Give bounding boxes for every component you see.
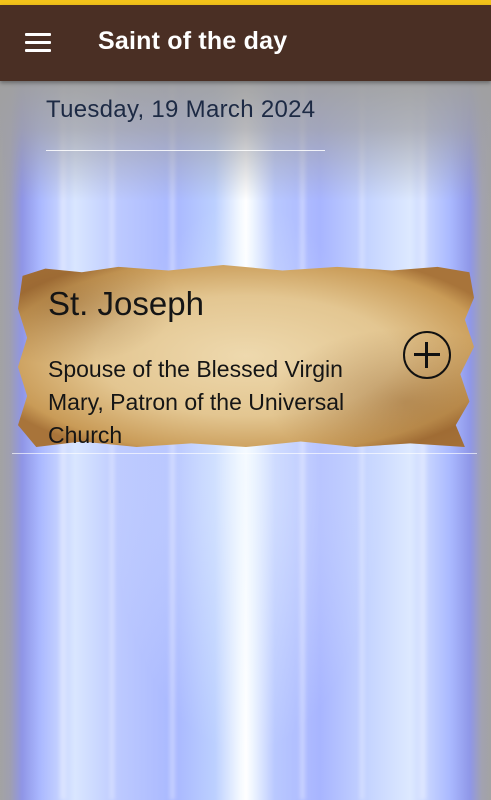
date-underline — [46, 150, 325, 151]
card-divider — [12, 453, 477, 454]
date-label: Tuesday, 19 March 2024 — [46, 96, 316, 123]
app-title: Saint of the day — [98, 27, 288, 55]
saint-description: Spouse of the Blessed Virgin Mary, Patro… — [48, 356, 345, 448]
app-bar: Saint of the day — [0, 5, 491, 81]
saint-card[interactable]: St. Joseph Spouse of the Blessed Virgin … — [18, 265, 474, 448]
circled-plus-icon[interactable] — [403, 331, 451, 379]
saint-name: St. Joseph — [48, 285, 204, 322]
hamburger-menu-icon[interactable] — [25, 33, 51, 53]
